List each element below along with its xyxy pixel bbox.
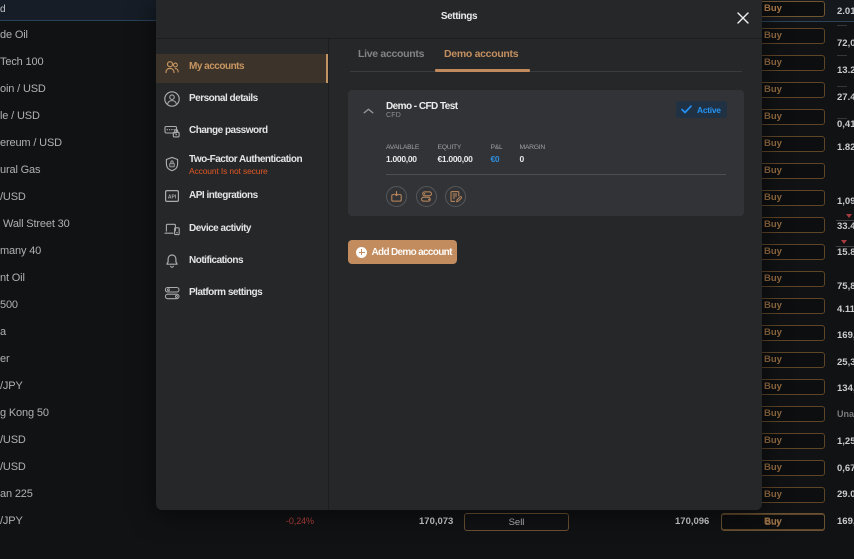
svg-text:API: API bbox=[168, 194, 177, 200]
